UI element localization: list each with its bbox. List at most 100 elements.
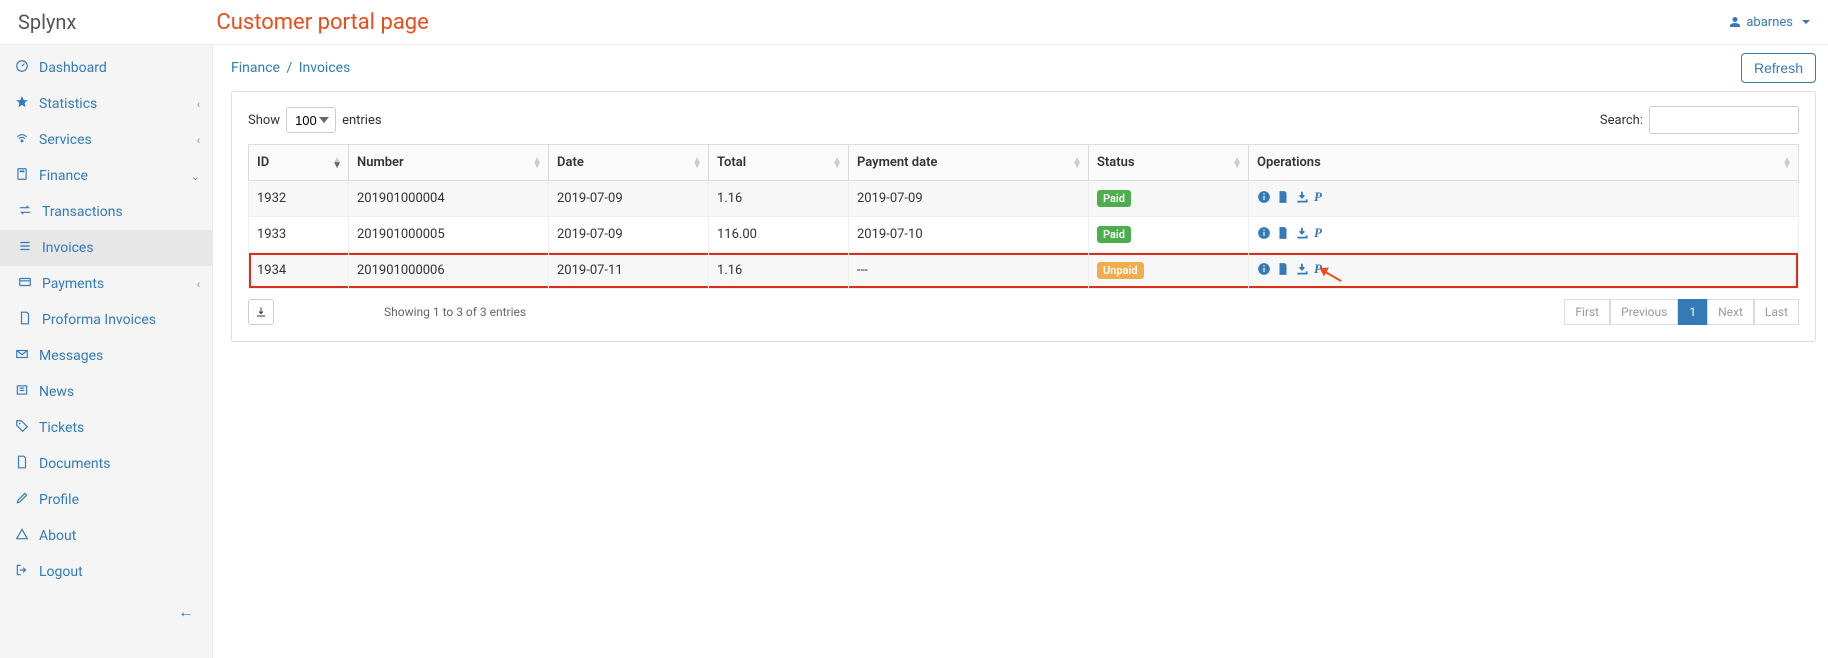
status-badge: Unpaid [1097, 262, 1144, 279]
sidebar-item-dashboard[interactable]: Dashboard [0, 50, 212, 86]
sidebar-item-news[interactable]: News [0, 374, 212, 410]
cell-number: 201901000005 [349, 217, 549, 253]
cell-operations: P [1249, 181, 1799, 217]
pager-page-1[interactable]: 1 [1678, 299, 1707, 325]
sidebar-item-logout[interactable]: Logout [0, 554, 212, 590]
sidebar-item-label: Profile [39, 492, 79, 508]
exchange-icon [18, 203, 32, 221]
sidebar-item-label: Transactions [42, 204, 123, 220]
info-icon[interactable] [1257, 262, 1271, 276]
cell-id: 1932 [249, 181, 349, 217]
cell-payment-date: 2019-07-10 [849, 217, 1089, 253]
wifi-icon [15, 131, 29, 149]
list-icon [18, 239, 32, 257]
sidebar-item-profile[interactable]: Profile [0, 482, 212, 518]
table-row: 19322019010000042019-07-091.162019-07-09… [249, 181, 1799, 217]
cell-status: Unpaid [1089, 253, 1249, 289]
paypal-icon[interactable]: P [1314, 261, 1322, 277]
user-menu[interactable]: abarnes [1729, 15, 1810, 30]
pager-last[interactable]: Last [1754, 299, 1799, 325]
cell-status: Paid [1089, 181, 1249, 217]
sidebar-item-label: Invoices [42, 240, 94, 256]
file-alt-icon [18, 311, 32, 329]
pager-next[interactable]: Next [1707, 299, 1754, 325]
file-icon [15, 455, 29, 473]
chevron-left-icon: ‹ [197, 278, 200, 291]
cell-payment-date: --- [849, 253, 1089, 289]
chevron-left-icon: ‹ [197, 98, 200, 111]
cell-total: 116.00 [709, 217, 849, 253]
file-icon[interactable] [1276, 226, 1290, 240]
tag-icon [15, 419, 29, 437]
download-icon[interactable] [1295, 262, 1309, 276]
sidebar-item-label: Dashboard [39, 60, 107, 76]
download-icon[interactable] [1295, 226, 1309, 240]
sidebar-item-statistics[interactable]: Statistics ‹ [0, 86, 212, 122]
pager-previous[interactable]: Previous [1610, 299, 1678, 325]
sidebar-item-invoices[interactable]: Invoices [0, 230, 212, 266]
sidebar-item-label: Logout [39, 564, 83, 580]
sidebar-item-services[interactable]: Services ‹ [0, 122, 212, 158]
star-icon [15, 95, 29, 113]
collapse-sidebar-button[interactable]: ← [178, 602, 194, 621]
sidebar-item-tickets[interactable]: Tickets [0, 410, 212, 446]
creditcard-icon [18, 275, 32, 293]
breadcrumb-link-finance[interactable]: Finance [231, 60, 280, 76]
cell-number: 201901000006 [349, 253, 549, 289]
info-icon[interactable] [1257, 190, 1271, 204]
sidebar-item-label: Finance [39, 168, 88, 184]
paypal-icon[interactable]: P [1314, 189, 1322, 205]
col-date[interactable]: Date▲▼ [549, 145, 709, 181]
col-number[interactable]: Number▲▼ [349, 145, 549, 181]
calculator-icon [15, 167, 29, 185]
annotation-arrow [1322, 269, 1348, 283]
sidebar-item-transactions[interactable]: Transactions [0, 194, 212, 230]
export-button[interactable] [248, 299, 274, 325]
refresh-button[interactable]: Refresh [1741, 53, 1816, 83]
user-name: abarnes [1746, 15, 1793, 30]
col-total[interactable]: Total▲▼ [709, 145, 849, 181]
sidebar-item-label: Payments [42, 276, 104, 292]
cell-date: 2019-07-09 [549, 181, 709, 217]
chevron-left-icon: ‹ [197, 134, 200, 147]
info-icon[interactable] [1257, 226, 1271, 240]
col-operations: Operations▲▼ [1249, 145, 1799, 181]
sidebar-item-payments[interactable]: Payments ‹ [0, 266, 212, 302]
sidebar-item-about[interactable]: About [0, 518, 212, 554]
length-suffix: entries [342, 113, 382, 128]
sidebar-item-messages[interactable]: Messages [0, 338, 212, 374]
topbar: Splynx Customer portal page abarnes [0, 0, 1828, 45]
col-id[interactable]: ID▲▼ [249, 145, 349, 181]
sidebar-item-label: Tickets [39, 420, 84, 436]
paypal-icon[interactable]: P [1314, 225, 1322, 241]
file-icon[interactable] [1276, 190, 1290, 204]
file-icon[interactable] [1276, 262, 1290, 276]
sidebar-item-documents[interactable]: Documents [0, 446, 212, 482]
sidebar-item-finance[interactable]: Finance ⌄ [0, 158, 212, 194]
invoices-panel: Show 100 entries Search: ID▲▼ Number▲▼ D… [231, 91, 1816, 342]
cell-total: 1.16 [709, 181, 849, 217]
breadcrumb-separator: / [286, 60, 292, 76]
search-label: Search: [1600, 113, 1643, 128]
table-row: 19332019010000052019-07-09116.002019-07-… [249, 217, 1799, 253]
breadcrumb-link-invoices[interactable]: Invoices [299, 60, 351, 76]
cell-date: 2019-07-09 [549, 217, 709, 253]
cell-date: 2019-07-11 [549, 253, 709, 289]
sidebar-item-label: Proforma Invoices [42, 312, 156, 328]
sidebar-item-proforma[interactable]: Proforma Invoices [0, 302, 212, 338]
invoices-table: ID▲▼ Number▲▼ Date▲▼ Total▲▼ Payment dat… [248, 144, 1799, 289]
col-payment-date[interactable]: Payment date▲▼ [849, 145, 1089, 181]
triangle-icon [15, 527, 29, 545]
breadcrumb: Finance / Invoices [231, 60, 350, 76]
status-badge: Paid [1097, 190, 1131, 207]
pager-first[interactable]: First [1564, 299, 1610, 325]
col-status[interactable]: Status▲▼ [1089, 145, 1249, 181]
cell-status: Paid [1089, 217, 1249, 253]
table-row: 19342019010000062019-07-111.16---UnpaidP [249, 253, 1799, 289]
page-length-select[interactable]: 100 [286, 107, 336, 133]
search-input[interactable] [1649, 106, 1799, 134]
page-title: Customer portal page [216, 10, 428, 35]
download-icon[interactable] [1295, 190, 1309, 204]
newspaper-icon [15, 383, 29, 401]
sidebar-item-label: Documents [39, 456, 110, 472]
